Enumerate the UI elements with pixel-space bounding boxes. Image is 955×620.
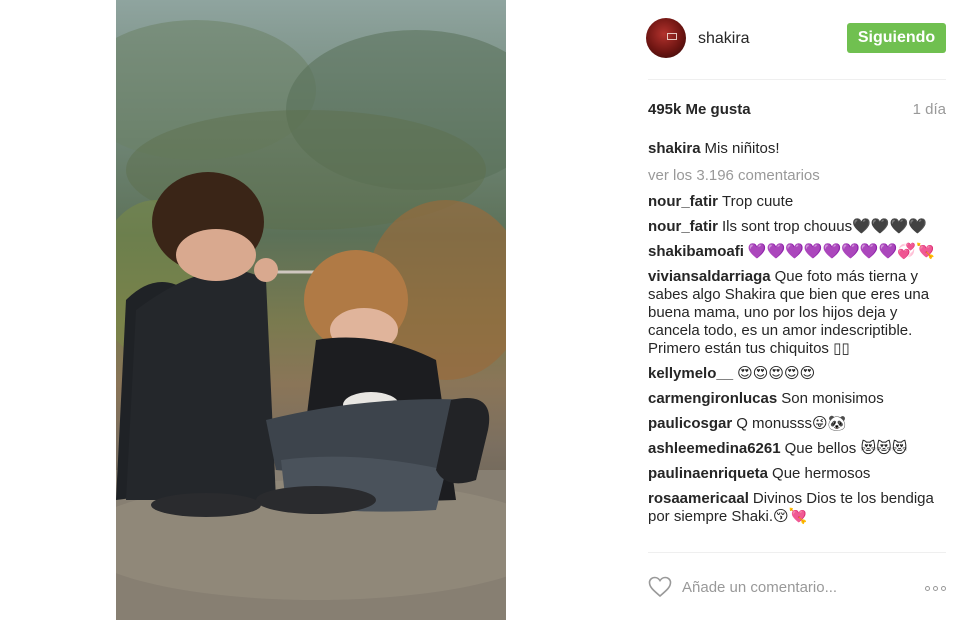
likes-count[interactable]: 495k Me gusta bbox=[648, 101, 751, 118]
comment-text: Ils sont trop chouus🖤🖤🖤🖤 bbox=[722, 218, 927, 235]
comment-text: Trop cuute bbox=[722, 193, 794, 210]
more-options-icon[interactable] bbox=[925, 586, 946, 591]
add-comment-input[interactable] bbox=[682, 577, 882, 597]
comment-text: 💜💜💜💜💜💜💜💜💞💘 bbox=[747, 243, 935, 260]
comment-author[interactable]: nour_fatir bbox=[648, 218, 718, 235]
caption-text: Mis niñitos! bbox=[704, 140, 780, 157]
comment-text: Que hermosos bbox=[772, 465, 871, 482]
comment-item: shakibamoafi 💜💜💜💜💜💜💜💜💞💘 bbox=[648, 243, 938, 261]
divider bbox=[648, 79, 946, 80]
add-comment-row bbox=[648, 576, 946, 600]
comment-text: Q monusss😜🐼 bbox=[736, 415, 847, 432]
comment-item: paulinaenriqueta Que hermosos bbox=[648, 465, 938, 483]
comment-author[interactable]: carmengironlucas bbox=[648, 390, 777, 407]
comment-author[interactable]: rosaamericaal bbox=[648, 490, 749, 507]
comment-item: nour_fatir Trop cuute bbox=[648, 193, 938, 211]
avatar[interactable] bbox=[646, 18, 686, 58]
comment-author[interactable]: paulicosgar bbox=[648, 415, 732, 432]
comment-item: carmengironlucas Son monisimos bbox=[648, 390, 938, 408]
comment-author[interactable]: nour_fatir bbox=[648, 193, 718, 210]
comment-author[interactable]: shakibamoafi bbox=[648, 243, 744, 260]
comment-author[interactable]: paulinaenriqueta bbox=[648, 465, 768, 482]
caption-author[interactable]: shakira bbox=[648, 140, 701, 157]
post-header: shakira Siguiendo bbox=[646, 18, 946, 60]
comment-item: nour_fatir Ils sont trop chouus🖤🖤🖤🖤 bbox=[648, 218, 938, 236]
comment-item: rosaamericaal Divinos Dios te los bendiga… bbox=[648, 490, 938, 526]
post-side-panel: shakira Siguiendo 495k Me gusta 1 día sh… bbox=[646, 0, 946, 620]
comment-author[interactable]: viviansaldarriaga bbox=[648, 268, 771, 285]
post-time[interactable]: 1 día bbox=[913, 101, 946, 118]
post-photo[interactable] bbox=[116, 0, 506, 620]
comment-item: kellymelo__ 😍😍😍😍😍 bbox=[648, 365, 938, 383]
photo-scene bbox=[116, 20, 506, 620]
post-username[interactable]: shakira bbox=[698, 30, 750, 48]
comment-text: Son monisimos bbox=[781, 390, 884, 407]
avatar-logo-icon bbox=[667, 33, 677, 40]
post-caption: shakira Mis niñitos! bbox=[648, 140, 938, 157]
comment-author[interactable]: kellymelo__ bbox=[648, 365, 733, 382]
comment-list: nour_fatir Trop cuute nour_fatir Ils sont … bbox=[648, 193, 938, 533]
comment-text: Que bellos 😻😻😻 bbox=[784, 440, 908, 457]
view-all-comments-link[interactable]: ver los 3.196 comentarios bbox=[648, 167, 820, 184]
divider bbox=[648, 552, 946, 553]
comment-item: viviansaldarriaga Que foto más tierna y s… bbox=[648, 268, 938, 358]
comment-author[interactable]: ashleemedina6261 bbox=[648, 440, 781, 457]
comment-item: ashleemedina6261 Que bellos 😻😻😻 bbox=[648, 440, 938, 458]
following-button[interactable]: Siguiendo bbox=[847, 23, 946, 53]
heart-outline-icon[interactable] bbox=[648, 576, 672, 598]
comment-text: 😍😍😍😍😍 bbox=[737, 365, 816, 382]
comment-item: paulicosgar Q monusss😜🐼 bbox=[648, 415, 938, 433]
